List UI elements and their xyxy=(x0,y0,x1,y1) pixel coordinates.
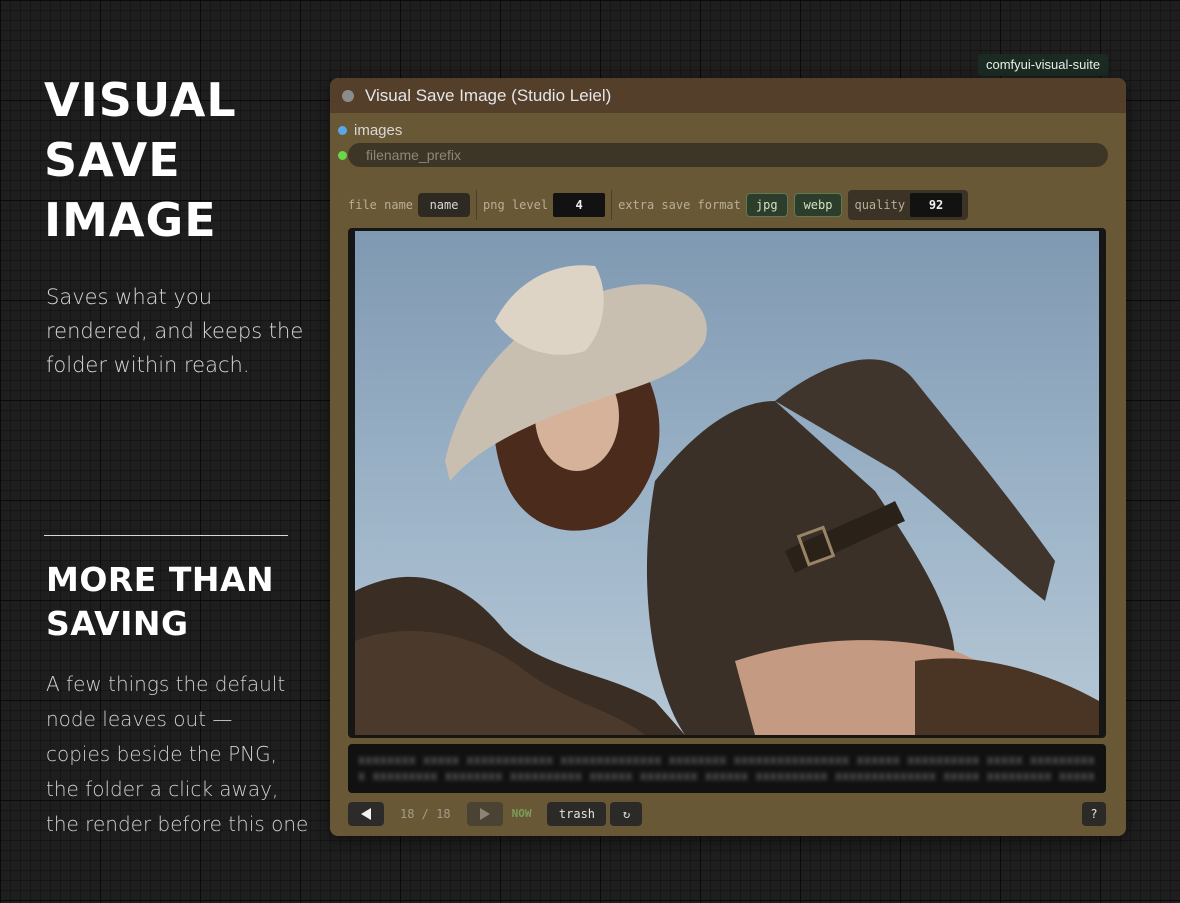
hero-description: Saves what you rendered, and keeps the f… xyxy=(46,285,304,377)
section-description-line: copies beside the PNG, xyxy=(46,742,277,766)
png-level-input[interactable]: 4 xyxy=(553,193,606,217)
hero-title: VISUAL SAVE IMAGE xyxy=(44,70,304,250)
section-description-line: node leaves out — xyxy=(46,707,233,731)
quality-group: quality 92 xyxy=(848,190,969,220)
options-toolbar: file name name png level 4 extra save fo… xyxy=(348,190,969,220)
extra-format-label: extra save format xyxy=(618,198,741,212)
section-description-line: the render before this one xyxy=(46,812,309,836)
preview-image xyxy=(355,265,1099,735)
file-name-input[interactable]: name xyxy=(418,193,471,217)
previous-button[interactable] xyxy=(348,801,384,826)
metadata-text: xxxxxxxx xxxxx xxxxxxxxxxxx xxxxxxxxxxxx… xyxy=(358,753,1095,783)
arrow-right-icon xyxy=(479,807,490,820)
history-counter: 18 / 18 xyxy=(400,806,451,821)
image-preview[interactable] xyxy=(348,228,1106,738)
filename-prefix-slot[interactable] xyxy=(338,145,347,165)
section-description-line: the folder a click away, xyxy=(46,777,279,801)
metadata-box[interactable]: xxxxxxxx xxxxx xxxxxxxxxxxx xxxxxxxxxxxx… xyxy=(348,744,1106,793)
section-description-line: A few things the default xyxy=(46,672,286,696)
refresh-icon[interactable]: ↻ xyxy=(610,801,643,826)
png-level-label: png level xyxy=(483,198,549,212)
suite-tag: comfyui-visual-suite xyxy=(978,54,1109,76)
trash-button[interactable]: trash xyxy=(547,801,607,826)
history-navbar: 18 / 18 NOW trash ↻ ? xyxy=(348,801,1106,826)
hero-title-line: VISUAL xyxy=(44,73,237,127)
hero-title-line: SAVE xyxy=(44,133,181,187)
images-slot-label: images xyxy=(354,121,403,139)
section-description: A few things the default node leaves out… xyxy=(46,667,316,842)
section-title-line: SAVING xyxy=(46,604,189,643)
arrow-left-icon xyxy=(361,807,371,820)
images-slot-dot-icon[interactable] xyxy=(338,125,347,135)
next-button[interactable] xyxy=(466,801,503,826)
section-title-line: MORE THAN xyxy=(46,560,275,599)
help-button[interactable]: ? xyxy=(1082,801,1106,826)
now-badge: NOW xyxy=(511,807,532,820)
node-title: Visual Save Image (Studio Leiel) xyxy=(365,85,612,105)
preview-photo xyxy=(355,231,1099,735)
filename-prefix-input[interactable]: filename_prefix xyxy=(348,143,1108,167)
collapse-dot-icon[interactable] xyxy=(342,89,354,102)
section-title: MORE THAN SAVING xyxy=(46,558,306,646)
toolbar-separator xyxy=(611,190,613,220)
jpg-toggle[interactable]: jpg xyxy=(745,193,788,217)
toolbar-separator xyxy=(476,190,478,220)
webp-toggle[interactable]: webp xyxy=(793,193,843,217)
hero-title-line: IMAGE xyxy=(44,193,217,247)
quality-label: quality xyxy=(854,198,906,212)
quality-input[interactable]: 92 xyxy=(910,193,963,217)
save-image-node[interactable]: Visual Save Image (Studio Leiel) images … xyxy=(330,78,1126,836)
node-header[interactable]: Visual Save Image (Studio Leiel) xyxy=(330,78,1126,113)
file-name-label: file name xyxy=(348,198,414,212)
images-input-slot[interactable]: images xyxy=(338,120,402,140)
prefix-slot-dot-icon[interactable] xyxy=(338,150,347,160)
section-divider xyxy=(44,535,288,536)
